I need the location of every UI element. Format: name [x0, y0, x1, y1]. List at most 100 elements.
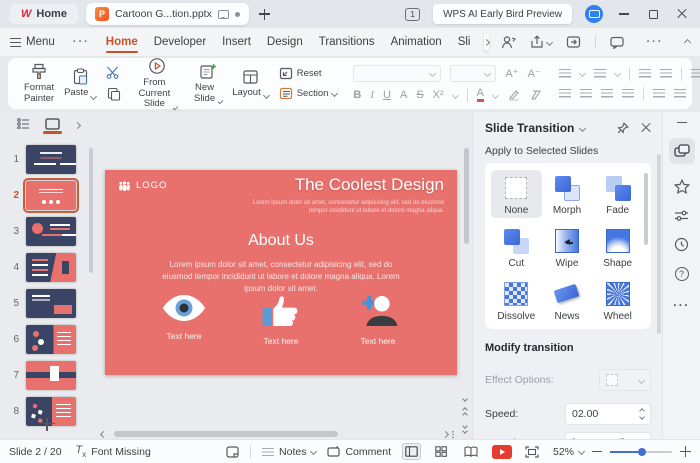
font-size-combobox[interactable] — [450, 65, 497, 82]
from-current-slide-button[interactable]: From Current Slide — [137, 57, 179, 111]
current-slide[interactable]: LOGO The Coolest Design Lorem ipsum dolo… — [105, 170, 457, 375]
feature-item-eye[interactable]: Text here — [139, 294, 229, 346]
close-panel-icon[interactable] — [641, 123, 651, 133]
tab-slideshow-truncated[interactable]: Sli — [450, 28, 479, 56]
slide-note-icon[interactable] — [226, 445, 239, 458]
numbered-list-button[interactable] — [594, 69, 607, 78]
font-color-button[interactable] — [476, 88, 485, 102]
message-center-icon[interactable] — [585, 5, 603, 23]
transition-cut[interactable]: Cut — [491, 223, 542, 271]
wps-ai-preview-button[interactable]: WPS AI Early Bird Preview — [433, 4, 572, 24]
transition-news[interactable]: News — [542, 276, 593, 324]
align-right-button[interactable] — [601, 89, 614, 98]
minimize-button[interactable] — [616, 6, 632, 22]
main-menu-button[interactable]: Menu — [10, 36, 65, 48]
speed-spinner[interactable]: 02.00 — [565, 403, 651, 425]
vertical-scroll-thumb[interactable] — [464, 148, 469, 244]
add-slide-button[interactable] — [0, 418, 96, 431]
highlight-button[interactable] — [507, 89, 520, 101]
reset-button[interactable]: Reset — [279, 67, 322, 80]
pick-up-where-left-icon[interactable] — [566, 35, 581, 49]
tab-comment-icon[interactable] — [217, 9, 229, 19]
scroll-left-icon[interactable] — [99, 430, 108, 438]
italic-button[interactable] — [370, 89, 374, 101]
tab-developer[interactable]: Developer — [146, 28, 214, 56]
favorites-star-icon[interactable] — [673, 179, 690, 195]
home-tab[interactable]: Home — [10, 4, 78, 24]
feature-item-thumbs-up[interactable]: Text here — [236, 294, 326, 346]
line-spacing-button[interactable] — [653, 89, 666, 98]
about-us-body[interactable]: Lorem ipsum dolor sit amet, consectetur … — [157, 259, 405, 295]
strikethrough-button[interactable] — [416, 89, 423, 101]
justify-button[interactable] — [622, 89, 635, 98]
slide-thumbnail-3[interactable]: 3 — [0, 216, 96, 246]
section-button[interactable]: Section — [279, 87, 339, 100]
format-painter-button[interactable]: Format Painter — [24, 63, 54, 105]
zoom-slider[interactable] — [610, 447, 672, 456]
tab-animation[interactable]: Animation — [383, 28, 450, 56]
collapse-panel-icon[interactable] — [73, 121, 81, 129]
scroll-right-icon[interactable] — [441, 430, 450, 438]
layout-button[interactable]: Layout — [232, 69, 270, 100]
zoom-level-button[interactable]: 52% — [553, 446, 586, 458]
columns-button[interactable] — [674, 89, 687, 98]
transition-pane-button-active[interactable] — [668, 138, 695, 165]
transition-shape[interactable]: Shape — [592, 223, 643, 271]
quick-access-more-icon[interactable] — [65, 36, 98, 48]
next-slide-button[interactable] — [462, 423, 468, 434]
history-clock-icon[interactable] — [674, 237, 689, 252]
speed-down-icon[interactable] — [639, 414, 645, 420]
share-button[interactable] — [530, 35, 554, 49]
tab-design[interactable]: Design — [259, 28, 311, 56]
slide-subtitle[interactable]: Lorem ipsum dolor sit amet, consectetur … — [249, 199, 444, 215]
thumbnail-scrollbar[interactable] — [89, 148, 93, 273]
zoom-slider-knob[interactable] — [637, 447, 646, 456]
transition-wheel[interactable]: Wheel — [592, 276, 643, 324]
normal-view-button[interactable] — [401, 443, 421, 460]
tab-home[interactable]: Home — [98, 28, 146, 56]
scroll-down-icon[interactable] — [462, 396, 468, 402]
comment-button[interactable]: Comment — [327, 446, 391, 458]
font-missing-indicator[interactable]: Font Missing — [76, 444, 151, 458]
font-family-combobox[interactable] — [353, 65, 442, 82]
copy-icon[interactable] — [107, 87, 121, 101]
font-color-dropdown-icon[interactable] — [491, 91, 500, 99]
panel-title-dropdown-icon[interactable] — [579, 124, 587, 132]
transition-fade[interactable]: Fade — [592, 170, 643, 218]
transition-morph[interactable]: Morph — [542, 170, 593, 218]
panel-scrollbar[interactable] — [657, 154, 661, 334]
menu-overflow-button[interactable] — [483, 33, 491, 51]
slide-thumbnail-7[interactable]: 7 — [0, 360, 96, 390]
script-dropdown-icon[interactable] — [451, 91, 459, 99]
slide-sorter-view-button[interactable] — [432, 443, 451, 460]
collapse-ribbon-icon[interactable] — [684, 38, 692, 46]
close-button[interactable] — [674, 6, 690, 22]
bold-button[interactable] — [353, 89, 361, 101]
more-panels-icon[interactable] — [673, 296, 690, 314]
slide-view-tab[interactable] — [42, 117, 62, 134]
slide-thumbnail-5[interactable]: 5 — [0, 288, 96, 318]
notes-button[interactable]: Notes — [262, 446, 318, 458]
comment-bubble-icon[interactable] — [610, 36, 625, 49]
new-tab-button[interactable] — [257, 7, 272, 22]
cut-icon[interactable] — [106, 66, 121, 79]
decrease-indent-button[interactable] — [639, 69, 652, 78]
collaborate-icon[interactable] — [501, 35, 517, 49]
slide-thumbnail-1[interactable]: 1 — [0, 144, 96, 174]
zoom-out-button[interactable] — [592, 450, 602, 453]
document-tab[interactable]: Cartoon G...tion.pptx — [85, 3, 249, 25]
slide-thumbnail-4[interactable]: 4 — [0, 252, 96, 282]
pin-panel-icon[interactable] — [617, 122, 629, 134]
increase-indent-button[interactable] — [660, 69, 673, 78]
slide-logo[interactable]: LOGO — [118, 180, 167, 191]
align-left-button[interactable] — [559, 89, 572, 98]
slide-position-indicator[interactable]: Slide 2 / 20 — [9, 446, 62, 458]
increase-font-size-button[interactable] — [505, 67, 518, 80]
slide-thumbnail-2-selected[interactable]: 2 — [0, 177, 96, 213]
transition-wipe[interactable]: Wipe — [542, 223, 593, 271]
transition-dissolve[interactable]: Dissolve — [491, 276, 542, 324]
new-slide-button[interactable]: New Slide — [193, 63, 224, 105]
paste-button[interactable]: Paste — [64, 68, 98, 100]
superscript-button[interactable] — [433, 89, 444, 101]
properties-sliders-icon[interactable] — [674, 209, 689, 222]
